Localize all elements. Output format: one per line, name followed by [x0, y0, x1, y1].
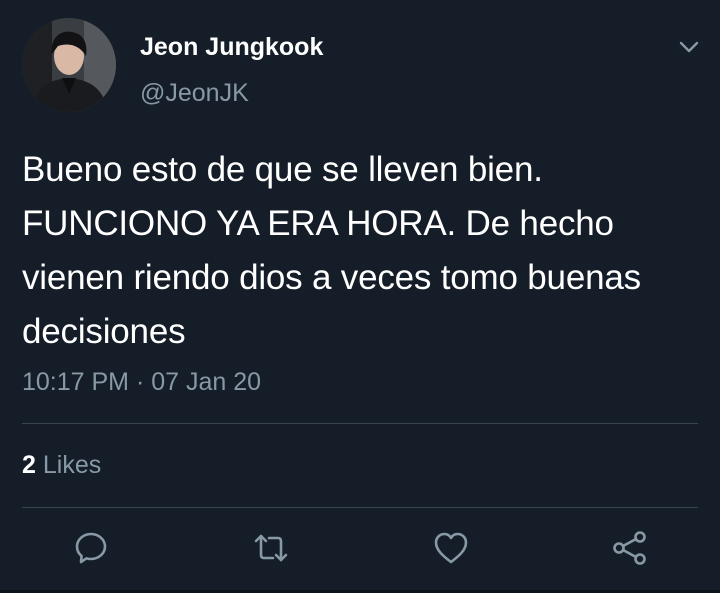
tweet-timestamp: 10:17 PM · 07 Jan 20: [22, 368, 261, 397]
divider: [22, 507, 698, 508]
avatar[interactable]: [22, 18, 116, 112]
share-button[interactable]: [610, 528, 650, 568]
likes-count: 2: [22, 451, 36, 479]
chevron-down-icon: [679, 41, 699, 53]
retweet-icon: [254, 534, 288, 562]
like-icon: [434, 532, 468, 564]
display-name[interactable]: Jeon Jungkook: [140, 33, 323, 62]
tweet-time: 10:17 PM: [22, 368, 130, 396]
reply-icon: [75, 532, 107, 564]
meta-separator: ·: [135, 368, 145, 396]
reply-button[interactable]: [71, 528, 111, 568]
tweet-date: 07 Jan 20: [151, 368, 262, 396]
like-button[interactable]: [431, 528, 471, 568]
likes-label: Likes: [42, 451, 102, 479]
retweet-button[interactable]: [251, 528, 291, 568]
profile-photo: [22, 18, 116, 112]
divider: [22, 423, 698, 424]
user-handle[interactable]: @JeonJK: [140, 79, 249, 108]
share-icon: [613, 531, 646, 565]
tweet-text: Bueno esto de que se lleven bien. FUNCIO…: [22, 150, 641, 351]
more-options-button[interactable]: [676, 34, 702, 60]
likes-stat[interactable]: 2 Likes: [22, 451, 101, 480]
